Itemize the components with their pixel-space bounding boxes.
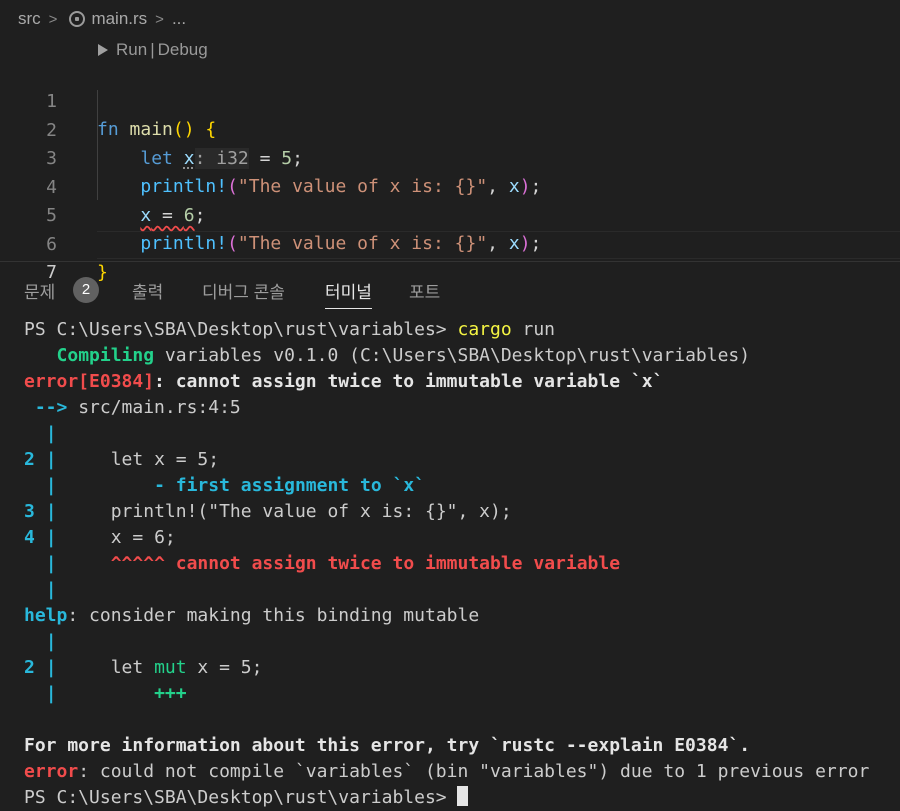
bottom-panel: 문제 2 출력 디버그 콘솔 터미널 포트 PS C:\Users\SBA\De… <box>0 261 900 808</box>
play-icon <box>98 44 108 56</box>
arrow: --> <box>34 397 68 418</box>
terminal-line: | ^^^^^ cannot assign twice to immutable… <box>24 551 620 577</box>
tab-problems[interactable]: 문제 <box>24 278 55 303</box>
suggestion-keyword: mut <box>154 657 187 678</box>
source-snippet: let <box>110 657 155 678</box>
error-code: error[E0384] <box>24 371 155 392</box>
breadcrumb-more[interactable]: ... <box>172 9 186 29</box>
command-arg: run <box>511 319 556 340</box>
terminal-line: --> src/main.rs:4:5 <box>24 395 241 421</box>
source-snippet: x = 5; <box>186 657 263 678</box>
code-editor[interactable]: Run | Debug 1 fn main() { 2 let x: i32 =… <box>0 38 900 283</box>
breadcrumb-folder[interactable]: src <box>18 9 41 29</box>
code-line-7: 7 <box>0 231 900 283</box>
gutter: | <box>45 579 57 600</box>
terminal-line: 2 | let mut x = 5; <box>24 655 262 681</box>
code-line-3: 3 println!("The value of x is: {}", x); <box>0 117 900 197</box>
terminal-line: For more information about this error, t… <box>24 733 750 759</box>
code-line-2: 2 let x: i32 = 5; <box>0 89 900 169</box>
code-line-5: 5 println!("The value of x is: {}", x); <box>0 174 900 254</box>
command: cargo <box>457 319 512 340</box>
terminal-line: | +++ <box>24 681 187 707</box>
terminal-line: help: consider making this binding mutab… <box>24 603 479 629</box>
terminal-line: error[E0384]: cannot assign twice to imm… <box>24 369 663 395</box>
terminal-line: 2 | let x = 5; <box>24 447 219 473</box>
error-note: ^^^^^ cannot assign twice to immutable v… <box>110 553 621 574</box>
codelens: Run | Debug <box>98 38 208 62</box>
gutter: | <box>45 501 57 522</box>
gutter: | <box>45 449 57 470</box>
tab-output[interactable]: 출력 <box>132 278 163 303</box>
terminal-line: Compiling variables v0.1.0 (C:\Users\SBA… <box>24 343 751 369</box>
error-label: error <box>24 761 79 782</box>
terminal-line: PS C:\Users\SBA\Desktop\rust\variables> … <box>24 317 555 343</box>
gutter: | <box>45 631 57 652</box>
gutter: | <box>45 527 57 548</box>
compiling-text: variables v0.1.0 (C:\Users\SBA\Desktop\r… <box>154 345 751 366</box>
code-line-1: 1 fn main() { <box>0 60 900 140</box>
chevron-right-icon: > <box>155 10 164 28</box>
gutter-line-number: 2 <box>24 657 35 678</box>
gutter: | <box>45 553 57 574</box>
terminal-line: error: could not compile `variables` (bi… <box>24 759 869 785</box>
gutter: | <box>45 683 57 704</box>
error-location: src/main.rs:4:5 <box>67 397 241 418</box>
error-message: : could not compile `variables` (bin "va… <box>78 761 870 782</box>
prompt: PS C:\Users\SBA\Desktop\rust\variables> <box>24 319 458 340</box>
rust-file-icon <box>69 11 86 27</box>
gutter: | <box>45 657 57 678</box>
breadcrumb-file[interactable]: main.rs <box>91 9 147 29</box>
gutter: | <box>45 423 57 444</box>
codelens-debug[interactable]: Debug <box>158 40 208 60</box>
panel-tabs: 문제 2 출력 디버그 콘솔 터미널 포트 <box>0 262 900 317</box>
codelens-run[interactable]: Run <box>116 40 147 60</box>
terminal-line: | <box>24 577 57 603</box>
gutter-line-number: 4 <box>24 527 35 548</box>
terminal-line: 3 | println!("The value of x is: {}", x)… <box>24 499 512 525</box>
tab-ports[interactable]: 포트 <box>409 278 440 303</box>
gutter-line-number: 2 <box>24 449 35 470</box>
source-snippet: println!("The value of x is: {}", x); <box>110 501 512 522</box>
note: - first assignment to `x` <box>154 475 426 496</box>
tab-debug-console[interactable]: 디버그 콘솔 <box>202 278 285 303</box>
terminal-line: PS C:\Users\SBA\Desktop\rust\variables> <box>24 785 469 811</box>
tab-terminal[interactable]: 터미널 <box>325 278 372 309</box>
terminal-line: 4 | x = 6; <box>24 525 176 551</box>
more-info: For more information about this error, t… <box>24 735 751 756</box>
code-line-6: 6 } <box>0 203 900 283</box>
gutter: | <box>45 475 57 496</box>
source-snippet: x = 6; <box>110 527 176 548</box>
code-line-4: 4 x = 6; <box>0 146 900 226</box>
terminal-line: | <box>24 421 57 447</box>
help-label: help <box>24 605 68 626</box>
terminal-cursor <box>457 786 469 806</box>
source-snippet: let x = 5; <box>110 449 220 470</box>
compiling-label: Compiling <box>56 345 155 366</box>
gutter-line-number: 3 <box>24 501 35 522</box>
suggestion-marker: +++ <box>154 683 187 704</box>
breadcrumb: src > main.rs > ... <box>0 0 900 38</box>
error-message: : cannot assign twice to immutable varia… <box>154 371 664 392</box>
chevron-right-icon: > <box>48 10 58 28</box>
problems-count-badge: 2 <box>73 277 99 303</box>
codelens-separator: | <box>150 40 155 59</box>
prompt: PS C:\Users\SBA\Desktop\rust\variables> <box>24 787 458 808</box>
terminal-line: | - first assignment to `x` <box>24 473 425 499</box>
terminal-line: | <box>24 629 57 655</box>
help-message: : consider making this binding mutable <box>67 605 480 626</box>
